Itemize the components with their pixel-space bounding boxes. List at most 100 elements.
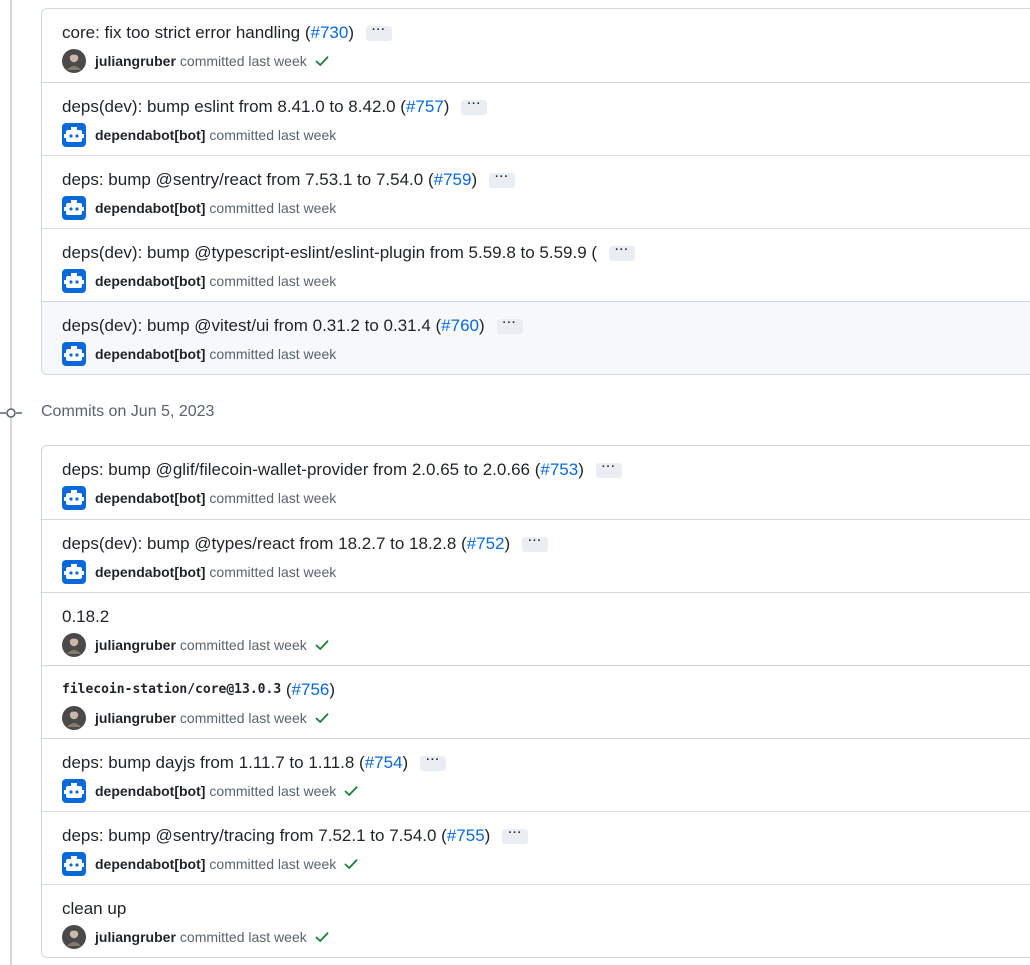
check-icon[interactable]: [314, 710, 330, 726]
user-avatar-icon[interactable]: [62, 633, 86, 657]
commit-group-box: deps: bump @glif/filecoin-wallet-provide…: [41, 445, 1030, 958]
expand-commit-message-button[interactable]: ···: [489, 172, 516, 188]
commit-row[interactable]: deps: bump dayjs from 1.11.7 to 1.11.8 (…: [42, 738, 1030, 811]
pull-request-link[interactable]: #752: [467, 532, 505, 556]
check-icon[interactable]: [343, 783, 359, 799]
commit-author[interactable]: juliangruber: [95, 53, 176, 69]
expand-commit-message-button[interactable]: ···: [522, 536, 549, 552]
commit-author[interactable]: dependabot[bot]: [95, 346, 205, 362]
commit-title-line: deps(dev): bump @vitest/ui from 0.31.2 t…: [62, 314, 1020, 338]
commit-group-date-header: Commits on Jun 5, 2023: [41, 403, 215, 420]
pull-request-link[interactable]: #759: [434, 168, 472, 192]
expand-commit-message-button[interactable]: ···: [365, 25, 392, 41]
commit-row[interactable]: clean up juliangruber committed last wee…: [42, 884, 1030, 957]
commit-row[interactable]: deps(dev): bump eslint from 8.41.0 to 8.…: [42, 82, 1030, 155]
commit-title[interactable]: 0.18.2: [62, 605, 109, 629]
check-icon[interactable]: [314, 637, 330, 653]
dependabot-avatar-icon[interactable]: [62, 269, 86, 293]
commit-title[interactable]: filecoin-station/core@13.0.3: [62, 678, 281, 702]
commit-title[interactable]: deps: bump dayjs from 1.11.7 to 1.11.8 (: [62, 751, 365, 775]
commit-title-line: deps: bump @sentry/tracing from 7.52.1 t…: [62, 824, 1020, 848]
check-icon[interactable]: [314, 929, 330, 945]
commit-title[interactable]: deps: bump @sentry/react from 7.53.1 to …: [62, 168, 434, 192]
commit-title-paren: ): [443, 97, 450, 116]
git-commit-icon: [0, 408, 22, 418]
commit-title[interactable]: deps: bump @sentry/tracing from 7.52.1 t…: [62, 824, 447, 848]
commit-title[interactable]: deps(dev): bump @types/react from 18.2.7…: [62, 532, 467, 556]
dependabot-avatar-icon[interactable]: [62, 560, 86, 584]
expand-commit-message-button[interactable]: ···: [461, 99, 488, 115]
commit-row[interactable]: deps(dev): bump @types/react from 18.2.7…: [42, 519, 1030, 592]
commit-meta: dependabot[bot] committed last week: [62, 123, 1020, 147]
commit-author[interactable]: juliangruber: [95, 929, 176, 945]
commit-title-line: deps: bump @glif/filecoin-wallet-provide…: [62, 458, 1020, 482]
user-avatar-icon[interactable]: [62, 49, 86, 73]
commit-author[interactable]: dependabot[bot]: [95, 127, 205, 143]
user-avatar-icon[interactable]: [62, 706, 86, 730]
commit-row[interactable]: deps: bump @sentry/react from 7.53.1 to …: [42, 155, 1030, 228]
commit-meta: dependabot[bot] committed last week: [62, 852, 1020, 876]
expand-commit-message-button[interactable]: ···: [420, 755, 447, 771]
expand-commit-message-button[interactable]: ···: [502, 828, 529, 844]
commit-time: committed last week: [209, 346, 337, 362]
pull-request-link[interactable]: #753: [540, 458, 578, 482]
commit-title-paren: ): [402, 753, 409, 772]
commit-title-paren: ): [329, 680, 336, 699]
commit-title-line: deps(dev): bump @types/react from 18.2.7…: [62, 532, 1020, 556]
commit-title[interactable]: clean up: [62, 897, 126, 921]
expand-commit-message-button[interactable]: ···: [496, 318, 523, 334]
commit-author[interactable]: juliangruber: [95, 710, 176, 726]
pull-request-link[interactable]: #757: [406, 95, 444, 119]
pull-request-link[interactable]: #754: [365, 751, 403, 775]
commit-row[interactable]: deps(dev): bump @typescript-eslint/eslin…: [42, 228, 1030, 301]
commit-time: committed last week: [209, 783, 337, 799]
commit-meta: juliangruber committed last week: [62, 49, 1020, 73]
dependabot-avatar-icon[interactable]: [62, 196, 86, 220]
check-icon[interactable]: [343, 856, 359, 872]
dependabot-avatar-icon[interactable]: [62, 486, 86, 510]
commit-row[interactable]: 0.18.2 juliangruber committed last week: [42, 592, 1030, 665]
commit-title[interactable]: deps: bump @glif/filecoin-wallet-provide…: [62, 458, 540, 482]
expand-commit-message-button[interactable]: ···: [595, 462, 622, 478]
commit-author[interactable]: juliangruber: [95, 637, 176, 653]
commit-time: committed last week: [209, 127, 337, 143]
commit-author[interactable]: dependabot[bot]: [95, 783, 205, 799]
expand-commit-message-button[interactable]: ···: [609, 245, 636, 261]
timeline-line: [10, 0, 12, 965]
commit-row[interactable]: deps(dev): bump @vitest/ui from 0.31.2 t…: [42, 301, 1030, 374]
commit-title-paren: ): [479, 316, 485, 335]
commit-title-line: deps(dev): bump eslint from 8.41.0 to 8.…: [62, 95, 1020, 119]
commit-author[interactable]: dependabot[bot]: [95, 273, 205, 289]
pull-request-link[interactable]: #756: [292, 678, 330, 702]
commit-title-line: filecoin-station/core@13.0.3 ( #756 ): [62, 678, 1020, 702]
commit-time: committed last week: [209, 200, 337, 216]
dependabot-avatar-icon[interactable]: [62, 852, 86, 876]
pull-request-link[interactable]: #730: [310, 21, 348, 45]
dependabot-avatar-icon[interactable]: [62, 342, 86, 366]
commit-title[interactable]: deps(dev): bump eslint from 8.41.0 to 8.…: [62, 95, 406, 119]
commit-time: committed last week: [209, 564, 337, 580]
commit-title[interactable]: deps(dev): bump @vitest/ui from 0.31.2 t…: [62, 314, 441, 338]
commit-row[interactable]: deps: bump @glif/filecoin-wallet-provide…: [42, 446, 1030, 519]
pull-request-link[interactable]: #760: [441, 314, 479, 338]
commit-title-paren: ): [578, 460, 584, 479]
commit-title[interactable]: core: fix too strict error handling (: [62, 21, 310, 45]
commit-row[interactable]: filecoin-station/core@13.0.3 ( #756 ) ju…: [42, 665, 1030, 738]
commit-title[interactable]: deps(dev): bump @typescript-eslint/eslin…: [62, 241, 597, 265]
commit-group-box: core: fix too strict error handling ( #7…: [41, 8, 1030, 375]
commit-row[interactable]: core: fix too strict error handling ( #7…: [42, 9, 1030, 82]
commit-author[interactable]: dependabot[bot]: [95, 490, 205, 506]
commit-time: committed last week: [209, 490, 337, 506]
commit-title-line: clean up: [62, 897, 1020, 921]
check-icon[interactable]: [314, 53, 330, 69]
dependabot-avatar-icon[interactable]: [62, 123, 86, 147]
pull-request-link[interactable]: #755: [447, 824, 485, 848]
commit-author[interactable]: dependabot[bot]: [95, 564, 205, 580]
commit-meta: dependabot[bot] committed last week: [62, 486, 1020, 510]
dependabot-avatar-icon[interactable]: [62, 779, 86, 803]
user-avatar-icon[interactable]: [62, 925, 86, 949]
commit-author[interactable]: dependabot[bot]: [95, 200, 205, 216]
commit-author[interactable]: dependabot[bot]: [95, 856, 205, 872]
commit-row[interactable]: deps: bump @sentry/tracing from 7.52.1 t…: [42, 811, 1030, 884]
commit-title-paren: ): [471, 170, 478, 189]
